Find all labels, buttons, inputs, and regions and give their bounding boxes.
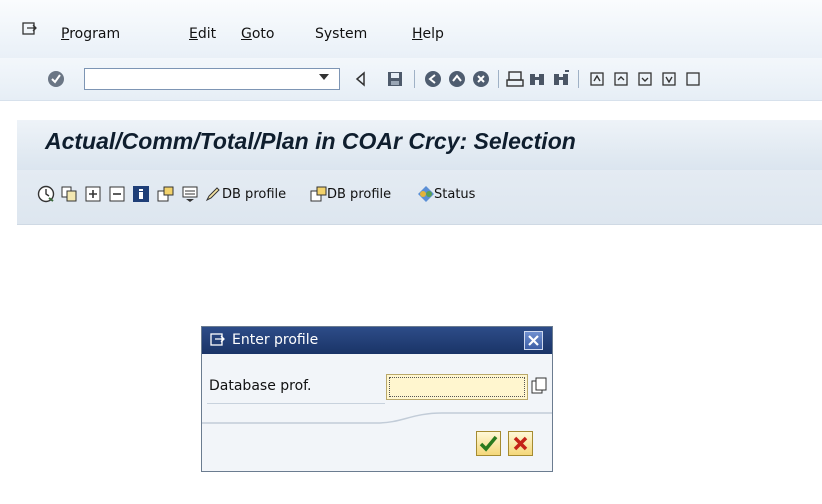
next-page-icon[interactable] [636, 70, 654, 88]
check-icon [479, 435, 498, 452]
enter-profile-dialog: Enter profile Database prof. [201, 326, 553, 472]
copy-icon[interactable] [60, 185, 78, 203]
layout-icon[interactable] [181, 185, 199, 203]
db-profile-edit-button[interactable]: DB profile [222, 187, 286, 202]
menu-program-label: rogram [69, 26, 121, 42]
menu-goto[interactable]: Goto [241, 26, 274, 42]
enter-check-icon[interactable] [47, 70, 65, 88]
menu-system[interactable]: System [315, 26, 367, 42]
execute-clock-icon[interactable] [37, 185, 55, 203]
first-page-icon[interactable] [588, 70, 606, 88]
save-icon[interactable] [386, 70, 404, 88]
menu-help-mnemonic: H [412, 26, 423, 42]
back-icon[interactable] [424, 70, 442, 88]
window-menu-icon[interactable] [22, 22, 38, 38]
toolbar-separator [498, 70, 499, 88]
database-profile-input[interactable] [386, 374, 528, 400]
toolbar-separator [414, 70, 415, 88]
last-page-icon[interactable] [660, 70, 678, 88]
menu-goto-mnemonic: G [241, 26, 252, 42]
menu-system-label: System [315, 26, 368, 42]
menu-program-mnemonic: P [61, 26, 70, 42]
toolbar-more-icon[interactable] [684, 70, 702, 88]
database-profile-label: Database prof. [209, 378, 312, 394]
find-icon[interactable] [528, 70, 546, 88]
dialog-title: Enter profile [232, 332, 319, 348]
menu-bar [0, 0, 822, 58]
menu-goto-label: oto [251, 26, 275, 42]
label-underline [207, 403, 385, 404]
cancel-button[interactable] [508, 431, 533, 456]
confirm-button[interactable] [476, 431, 501, 456]
collapse-icon[interactable] [108, 185, 126, 203]
menu-edit-label: dit [197, 26, 217, 42]
title-bar: Actual/Comm/Total/Plan in COAr Crcy: Sel… [17, 120, 822, 170]
menu-program[interactable]: Program [61, 26, 120, 42]
find-next-icon[interactable] [552, 70, 570, 88]
menu-help-label: elp [422, 26, 444, 42]
dialog-divider [202, 412, 552, 424]
cancel-x-icon [513, 436, 528, 451]
command-field[interactable] [84, 68, 340, 90]
value-help-icon[interactable] [531, 377, 547, 395]
previous-page-icon[interactable] [612, 70, 630, 88]
pencil-icon [205, 187, 220, 202]
back-arrow-icon[interactable] [352, 70, 370, 88]
menu-help[interactable]: Help [412, 26, 444, 42]
expand-icon[interactable] [84, 185, 102, 203]
db-profile-icon[interactable] [157, 185, 175, 203]
info-icon[interactable] [132, 185, 150, 203]
exit-icon[interactable] [448, 70, 466, 88]
window-menu-icon[interactable] [210, 333, 226, 349]
print-icon[interactable] [506, 70, 524, 88]
cancel-icon[interactable] [472, 70, 490, 88]
db-profile-select-button[interactable]: DB profile [327, 187, 391, 202]
toolbar-separator [578, 70, 579, 88]
close-icon [528, 335, 539, 346]
close-button[interactable] [524, 331, 543, 350]
status-icon [418, 186, 434, 202]
status-button[interactable]: Status [434, 187, 475, 202]
menu-edit-mnemonic: E [189, 26, 198, 42]
db-profile-select-icon [310, 186, 327, 202]
dialog-title-bar[interactable]: Enter profile [202, 327, 552, 354]
command-field-dropdown-icon[interactable] [319, 74, 329, 80]
menu-edit[interactable]: Edit [189, 26, 216, 42]
page-title: Actual/Comm/Total/Plan in COAr Crcy: Sel… [45, 128, 576, 154]
